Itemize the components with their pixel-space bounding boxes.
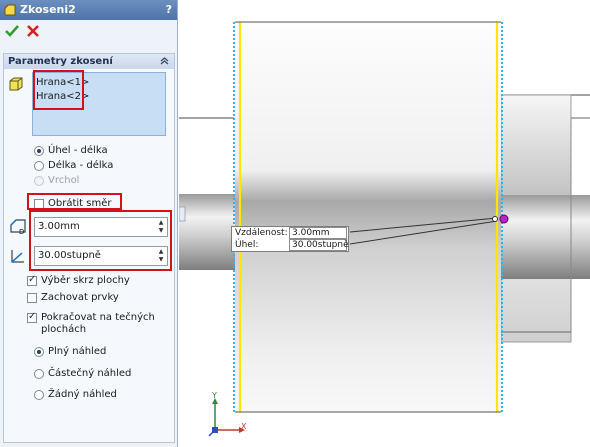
highlight-box-flip	[27, 193, 122, 210]
group-header[interactable]: Parametry zkosení	[4, 54, 174, 69]
radio-distance-distance[interactable]	[34, 161, 44, 171]
select-through-faces-checkbox[interactable]	[27, 274, 37, 286]
radio-full-preview[interactable]	[34, 347, 44, 357]
callout-distance-value[interactable]: 3.00mm	[289, 227, 347, 239]
radio-no-preview[interactable]	[34, 390, 44, 400]
graphics-viewport[interactable]: Y X Vzdálenost: 3.00mm Úhel: 30.00stupně	[179, 0, 590, 447]
chamfer-feature-icon	[4, 4, 16, 16]
right-shaft[interactable]	[501, 195, 590, 279]
highlight-box-values	[29, 210, 172, 271]
radio-label: Plný náhled	[48, 346, 107, 357]
checkbox-label: Pokračovat na tečných	[41, 312, 155, 323]
angle-icon	[11, 250, 24, 263]
cancel-x-icon[interactable]	[26, 24, 40, 38]
distance-icon: D	[10, 219, 26, 236]
callout-distance-label: Vzdálenost:	[235, 228, 288, 238]
group-header-label: Parametry zkosení	[8, 56, 113, 67]
axis-y-label: Y	[212, 391, 217, 400]
panel-flyout-tab[interactable]	[179, 206, 186, 222]
callout-angle-value[interactable]: 30.00stupně	[289, 239, 349, 251]
collapse-chevron-icon[interactable]	[159, 55, 170, 66]
radio-label: Délka - délka	[48, 160, 114, 171]
feature-title: Zkoseni2	[20, 3, 76, 16]
left-shaft[interactable]	[179, 194, 235, 270]
help-icon[interactable]: ?	[166, 3, 172, 16]
radio-label: Částečný náhled	[48, 368, 132, 379]
checkbox-label: Zachovat prvky	[41, 292, 119, 303]
checkbox-label-line2: plochách	[41, 324, 87, 335]
model-view[interactable]	[179, 0, 590, 447]
handle-point-icon[interactable]	[492, 216, 498, 222]
dimension-callout[interactable]: Vzdálenost: 3.00mm Úhel: 30.00stupně	[231, 226, 349, 252]
callout-angle-label: Úhel:	[235, 240, 259, 250]
radio-angle-distance[interactable]	[34, 146, 44, 156]
drag-handle-icon[interactable]	[499, 214, 509, 224]
radio-vertex	[34, 176, 44, 186]
radio-label: Úhel - délka	[48, 145, 108, 156]
radio-partial-preview[interactable]	[34, 369, 44, 379]
keep-features-checkbox[interactable]	[27, 293, 37, 303]
title-bar: Zkoseni2 ?	[0, 0, 177, 20]
cylinder-body[interactable]	[235, 22, 501, 412]
radio-label: Žádný náhled	[48, 389, 117, 400]
edges-faces-selection-icon	[9, 77, 23, 91]
highlight-box-edges	[33, 70, 84, 110]
checkbox-label: Výběr skrz plochy	[41, 275, 130, 286]
radio-label: Vrchol	[48, 175, 80, 186]
ok-checkmark-icon[interactable]	[5, 24, 19, 38]
tangent-propagation-checkbox[interactable]	[27, 311, 37, 323]
axis-x-label: X	[241, 422, 247, 431]
svg-text:D: D	[19, 228, 24, 236]
property-manager-panel: Zkoseni2 ? Parametry zkosení Hrana<1> Hr…	[0, 0, 178, 447]
